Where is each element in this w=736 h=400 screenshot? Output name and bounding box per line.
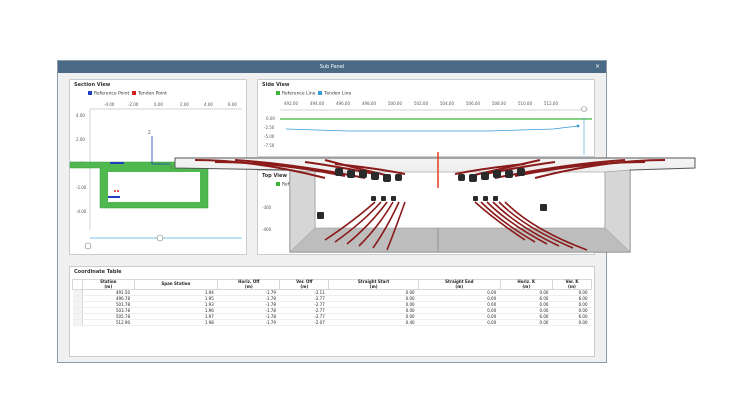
coordinate-table-panel: Coordinate Table Station (m) Span Station… [69,266,595,357]
z-axis-label: Z [148,130,151,135]
col-ver-k[interactable]: Ver. K (m) [551,279,593,290]
reference-points [108,196,120,198]
slider-handle [84,242,92,250]
col-station[interactable]: Station (m) [82,279,135,290]
table-row[interactable]: 512.90 1.98 -1.79 -2.07 0.40 0.00 0.00 0.00 [72,319,592,326]
anchor [395,174,402,181]
table-cell[interactable]: 0.40 [328,319,419,326]
anchor [347,170,355,178]
table-cell[interactable]: 1.98 [134,319,218,326]
tendon-line [285,125,579,132]
anchor [493,196,498,201]
anchor [371,172,379,180]
anchor [371,196,376,201]
table-cell[interactable]: -1.79 [217,319,280,326]
table-cell[interactable]: -2.07 [279,319,329,326]
close-icon[interactable]: × [595,63,600,70]
col-horiz-off[interactable]: Horiz. Off (m) [217,279,281,290]
col-straight-start[interactable]: Straight Start (m) [328,279,420,290]
slider-handle [156,234,164,242]
table-body: 491.50 1.94 -1.79 -2.11 0.00 0.00 0.00 0.00 496.… [72,289,592,326]
anchor [505,170,513,178]
table-cell[interactable]: 0.00 [418,319,501,326]
table-cell[interactable]: 0.00 [552,319,592,326]
anchor [458,174,465,181]
anchor [335,168,343,176]
anchor [383,174,391,182]
tendon-point [117,190,119,192]
anchor [540,204,547,211]
anchor [473,196,478,201]
coordinate-table-title: Coordinate Table [74,269,122,275]
interior-floor [289,227,631,253]
row-header-corner [72,279,83,290]
anchor [517,168,525,176]
window-titlebar: Sub Panel × [58,61,606,73]
y-axis-label: Y [170,165,173,170]
tendon-point [114,190,116,192]
col-ver-off[interactable]: Ver. Off (m) [279,279,330,290]
table-cell[interactable]: 0.00 [500,319,553,326]
anchor [317,212,324,219]
col-horiz-k[interactable]: Horiz. K (m) [499,279,553,290]
box-girder-3d-render [174,152,696,253]
row-header[interactable] [72,319,83,326]
col-span-station[interactable]: Span Station [133,279,219,290]
tendon-point [576,124,580,128]
anchor [481,172,489,180]
scroll-handle [581,106,587,112]
table-header-row: Station (m) Span Station Horiz. Off (m) Ve… [72,279,593,290]
anchor [391,196,396,201]
col-straight-end[interactable]: Straight End (m) [418,279,501,290]
anchor [381,196,386,201]
table-cell[interactable]: 512.90 [82,319,135,326]
anchor [493,170,501,178]
anchor [483,196,488,201]
anchor [359,170,367,178]
coordinate-table: Station (m) Span Station Horiz. Off (m) Ve… [72,279,593,326]
reference-points [110,162,124,164]
window-title: Sub Panel [319,64,345,70]
anchor [469,174,477,182]
